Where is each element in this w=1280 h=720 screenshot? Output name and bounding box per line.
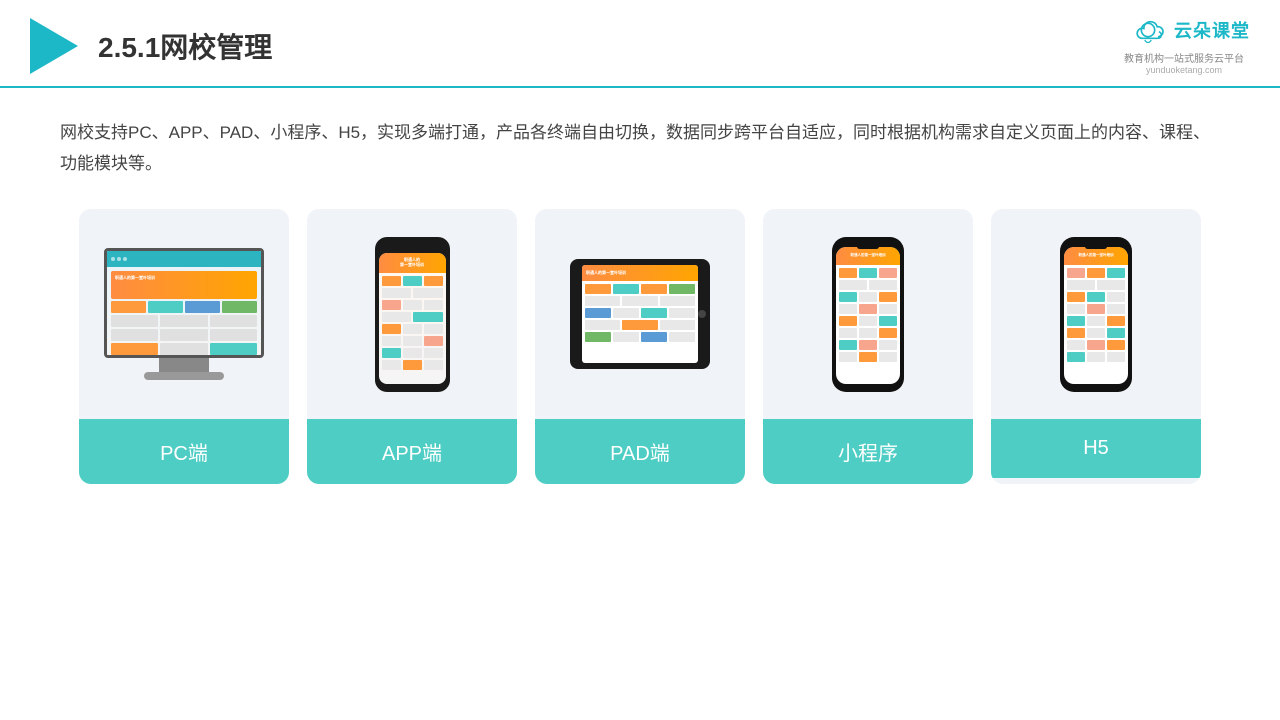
pc-card-label: PC端 [79,419,289,484]
brand-name: 云朵课堂 [1174,17,1250,43]
brand-subtitle: 教育机构一站式服务云平台 [1124,50,1244,65]
app-card-label: APP端 [307,419,517,484]
page-header: 2.5.1网校管理 云朵课堂 教育机构一站式服务云平台 yunduoketang… [0,0,1280,88]
h5-card-image: 职通人的第一堂叶培训 [991,209,1201,419]
app-phone-mockup: 职通人的第一堂叶培训 [375,237,450,392]
mini-card-label: 小程序 [763,419,973,484]
pad-tablet-mockup: 职通人的第一堂叶培训 [570,259,710,369]
cloud-icon [1118,12,1168,48]
pc-card-image: 职通人的第一堂叶培训 [79,209,289,419]
page-title: 2.5.1网校管理 [98,26,272,66]
logo-triangle-icon [30,18,78,74]
pad-card[interactable]: 职通人的第一堂叶培训 [535,209,745,484]
pc-card[interactable]: 职通人的第一堂叶培训 [79,209,289,484]
cloud-logo: 云朵课堂 [1118,12,1250,48]
description-text: 网校支持PC、APP、PAD、小程序、H5，实现多端打通，产品各终端自由切换，数… [60,118,1220,179]
mini-phone-mockup: 职通人的第一堂叶培训 [832,237,904,392]
main-content: 网校支持PC、APP、PAD、小程序、H5，实现多端打通，产品各终端自由切换，数… [0,88,1280,504]
h5-card-label: H5 [991,419,1201,478]
app-card[interactable]: 职通人的第一堂叶培训 [307,209,517,484]
pad-card-image: 职通人的第一堂叶培训 [535,209,745,419]
h5-phone-mockup: 职通人的第一堂叶培训 [1060,237,1132,392]
h5-card[interactable]: 职通人的第一堂叶培训 [991,209,1201,484]
mini-card-image: 职通人的第一堂叶培训 [763,209,973,419]
mini-card[interactable]: 职通人的第一堂叶培训 [763,209,973,484]
pad-card-label: PAD端 [535,419,745,484]
platform-cards: 职通人的第一堂叶培训 [60,209,1220,484]
pc-monitor-mockup: 职通人的第一堂叶培训 [99,248,269,380]
app-card-image: 职通人的第一堂叶培训 [307,209,517,419]
top-right-brand: 云朵课堂 教育机构一站式服务云平台 yunduoketang.com [1118,12,1250,75]
brand-domain: yunduoketang.com [1146,65,1222,75]
